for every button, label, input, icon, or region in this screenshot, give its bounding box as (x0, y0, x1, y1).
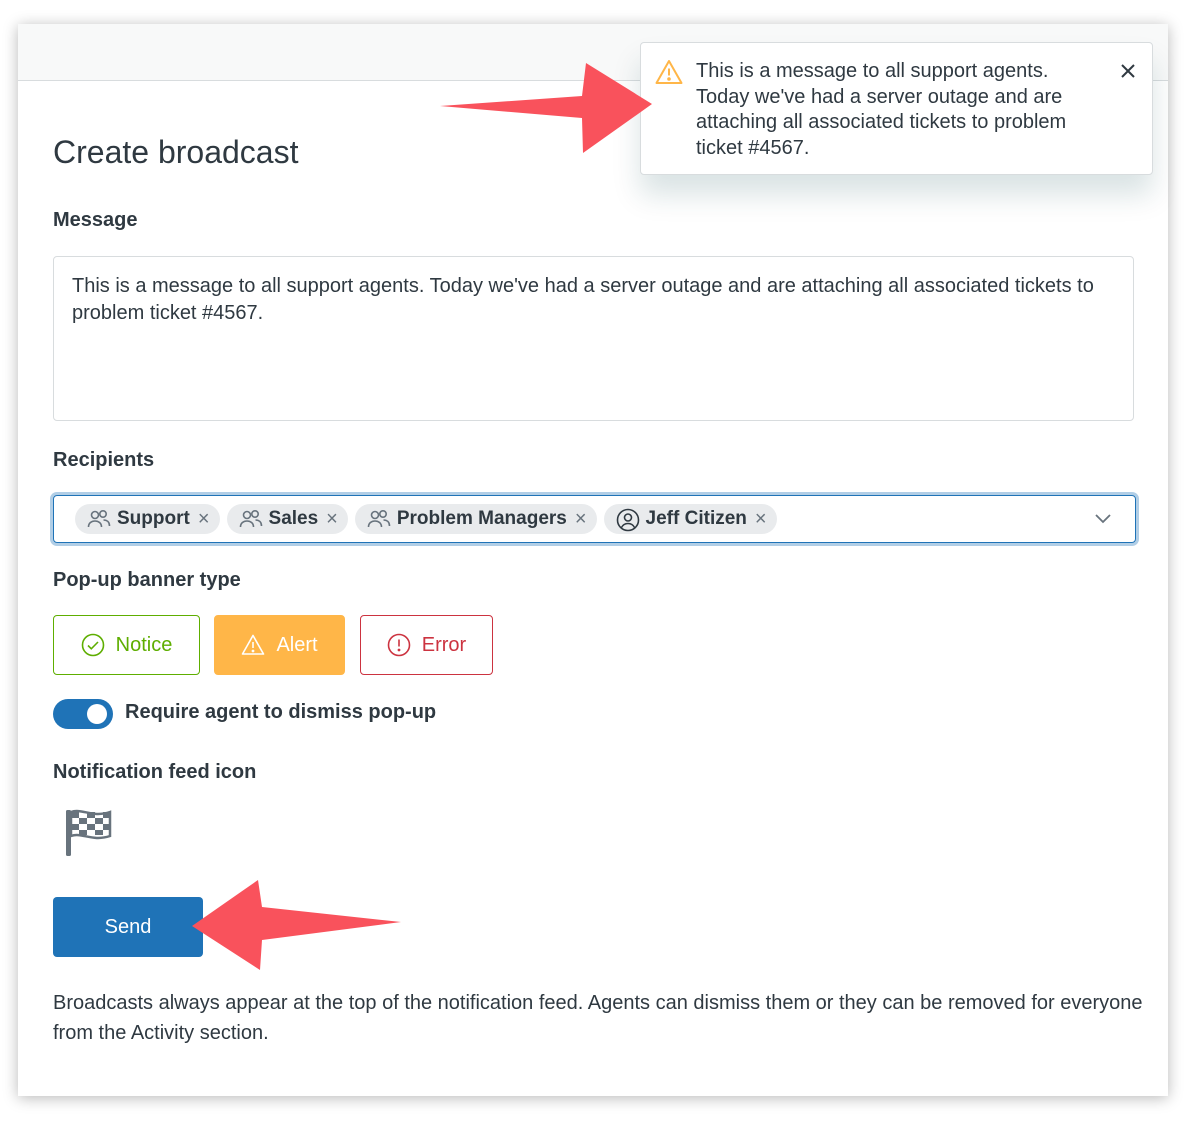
recipient-tag: Support × (75, 504, 220, 534)
recipient-tag-label: Problem Managers (396, 508, 567, 529)
chevron-down-icon[interactable] (1093, 508, 1113, 528)
recipients-label: Recipients (53, 449, 155, 471)
group-icon (87, 508, 111, 530)
close-icon[interactable] (1118, 61, 1138, 81)
send-button[interactable]: Send (53, 897, 203, 957)
notice-button[interactable]: Notice (53, 615, 200, 675)
recipient-tag-label: Jeff Citizen (645, 508, 747, 529)
broadcast-window: Create broadcast Message This is a messa… (18, 24, 1168, 1096)
banner-type-label: Pop-up banner type (53, 569, 241, 591)
recipient-tag: Sales × (226, 504, 348, 534)
dismiss-toggle[interactable] (53, 699, 113, 729)
recipient-tag-label: Sales (268, 508, 319, 529)
message-textarea[interactable]: This is a message to all support agents.… (53, 256, 1134, 421)
notice-label: Notice (115, 633, 173, 656)
toast-message: This is a message to all support agents.… (696, 60, 1067, 159)
error-label: Error (421, 633, 467, 656)
group-icon (239, 508, 263, 530)
remove-tag-icon[interactable]: × (326, 508, 338, 531)
recipient-tag: Jeff Citizen × (603, 504, 777, 534)
remove-tag-icon[interactable]: × (755, 508, 767, 531)
alert-button[interactable]: Alert (214, 615, 345, 675)
message-label: Message (53, 209, 138, 231)
error-circle-icon (387, 633, 411, 657)
alert-label: Alert (276, 633, 318, 656)
footnote-text: Broadcasts always appear at the top of t… (53, 992, 1143, 1044)
recipient-tag-label: Support (117, 508, 190, 529)
toggle-knob (87, 704, 107, 724)
broadcast-toast: This is a message to all support agents.… (640, 42, 1153, 175)
group-icon (367, 508, 391, 530)
checkered-flag-icon[interactable] (62, 806, 114, 858)
check-circle-icon (81, 633, 105, 657)
page-title: Create broadcast (53, 134, 299, 170)
feed-icon-label: Notification feed icon (53, 761, 257, 783)
remove-tag-icon[interactable]: × (198, 508, 210, 531)
warning-icon (655, 59, 683, 85)
remove-tag-icon[interactable]: × (575, 508, 587, 531)
recipients-multiselect[interactable]: Support × Sales × Problem Managers × Jef… (53, 495, 1136, 543)
user-icon (616, 508, 640, 532)
recipient-tag: Problem Managers × (354, 504, 597, 534)
error-button[interactable]: Error (360, 615, 493, 675)
warning-icon (241, 633, 265, 657)
dismiss-toggle-label: Require agent to dismiss pop-up (125, 701, 437, 723)
